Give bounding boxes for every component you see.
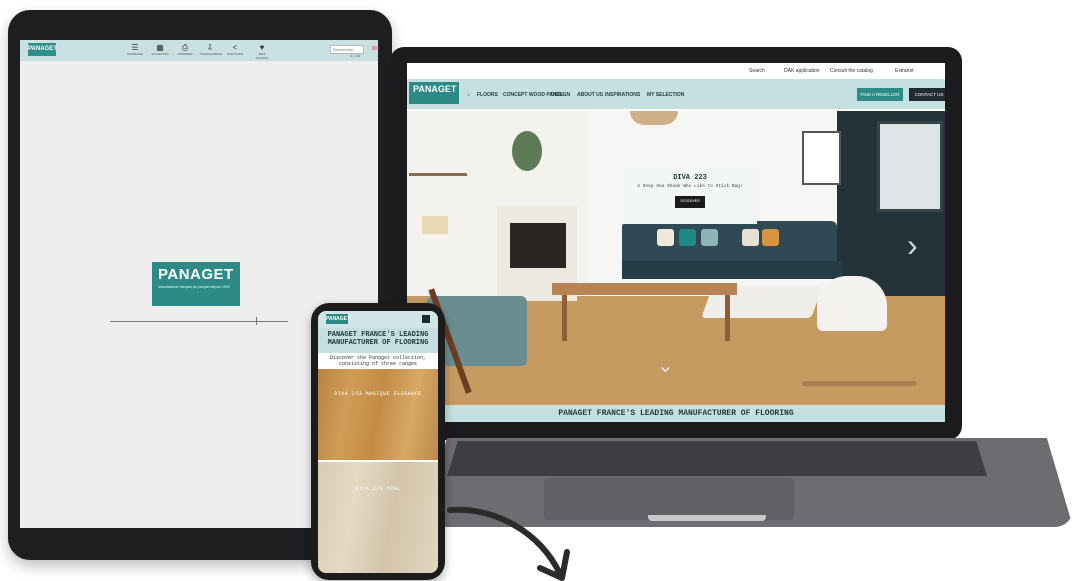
page-indicator: 1 | 44 [350, 53, 360, 58]
loading-bar [110, 321, 288, 322]
tablet-toolbar: PANAGET ☰ SOMMAIRE ▦ VIGNETTES ⎙ IMPRIMER ⇩… [20, 40, 378, 61]
laptop-notch [648, 515, 766, 521]
pillow [742, 229, 759, 246]
promo-subtitle: A Deep Sea Shade Who Like to Stick Bag! [637, 184, 743, 189]
table-leg [725, 295, 730, 341]
search-link[interactable]: Search [749, 68, 765, 74]
chevron-down-icon[interactable]: ⌄ [657, 356, 674, 376]
find-reseller-button[interactable]: FIND A RESELLER [857, 88, 903, 101]
heart-icon[interactable]: ♥ MES FAVORIS [252, 43, 272, 60]
rocking-chair-base [802, 381, 917, 386]
contact-button[interactable]: CONTACT US [909, 88, 945, 101]
laptop-banner-title: PANAGET FRANCE'S LEADING MANUFACTURER OF… [407, 405, 945, 422]
nav-about[interactable]: ABOUT US [577, 92, 603, 98]
pendant-lamp [630, 111, 678, 125]
phone-header: PANAGET [318, 311, 438, 328]
nav-design[interactable]: DESIGN [551, 92, 570, 98]
splash-brand: PANAGET [158, 266, 234, 283]
keyboard [447, 441, 987, 476]
fireplace-opening [510, 223, 566, 268]
site-logo[interactable]: PANAGET [409, 82, 459, 104]
app-link[interactable]: DAK application [784, 68, 820, 74]
catalog-link[interactable]: Consult the catalog [830, 68, 873, 74]
main-nav: PANAGET ⌂ FLOORS CONCEPT WOOD PANEL DESI… [407, 79, 945, 109]
chevron-right-icon[interactable]: › [907, 229, 918, 261]
splash-logo: PANAGET manufacturer français de parquet… [152, 262, 240, 306]
pillow [701, 229, 718, 246]
download-icon[interactable]: ⇩ TELECHARGER [200, 43, 223, 59]
wood-sample-label: DIVA 233 MAGIQUE ELEGANCE [334, 391, 422, 397]
pillow [762, 229, 779, 246]
curved-arrow-icon [447, 506, 570, 581]
pillow [657, 229, 674, 246]
wall-shelf [409, 173, 467, 176]
flag-icon[interactable] [372, 46, 377, 50]
utility-bar: Search DAK application Consult the catal… [407, 63, 945, 79]
nav-selection[interactable]: MY SELECTION [647, 92, 684, 98]
trackpad [544, 478, 794, 520]
share-icon[interactable]: < PARTAGER [225, 43, 245, 59]
print-icon[interactable]: ⎙ IMPRIMER [175, 43, 195, 59]
splash-tagline: manufacturer français de parquet depuis … [158, 285, 230, 289]
discover-button[interactable]: DISCOVER [675, 196, 705, 208]
table-lamp [422, 216, 448, 234]
nav-inspirations[interactable]: INSPIRATIONS [605, 92, 640, 98]
table-leg [562, 295, 567, 341]
plant [512, 131, 542, 171]
phone-heading: PANAGET FRANCE'S LEADING MANUFACTURER OF… [318, 328, 438, 353]
sofa-base [622, 261, 842, 279]
wall-art [802, 131, 841, 185]
promo-title: DIVA 223 [673, 174, 707, 182]
menu-icon[interactable]: ☰ SOMMAIRE [125, 43, 145, 59]
wood-sample-card[interactable]: DIVA 233 OPAL [318, 462, 438, 573]
nav-floors[interactable]: FLOORS [477, 92, 498, 98]
loading-bar-marker [256, 317, 257, 325]
grid-icon[interactable]: ▦ VIGNETTES [150, 43, 170, 59]
coffee-table [552, 283, 737, 295]
rocking-chair [817, 276, 887, 331]
phone-intro: Discover the Panaget collection, consist… [318, 353, 438, 369]
phone-logo[interactable]: PANAGET [326, 314, 350, 324]
phone-screen: PANAGET PANAGET FRANCE'S LEADING MANUFAC… [318, 311, 438, 573]
extranet-link[interactable]: Extranet [895, 68, 914, 74]
window [877, 121, 943, 212]
promo-card: DIVA 223 A Deep Sea Shade Who Like to St… [623, 166, 757, 224]
laptop-screen: Search DAK application Consult the catal… [407, 63, 945, 422]
wood-sample-label: DIVA 233 OPAL [355, 486, 401, 492]
menu-icon[interactable] [422, 315, 430, 323]
pillow [679, 229, 696, 246]
tablet-logo[interactable]: PANAGET [28, 43, 57, 56]
wood-sample-card[interactable]: DIVA 233 MAGIQUE ELEGANCE [318, 369, 438, 460]
hero-image: DIVA 223 A Deep Sea Shade Who Like to St… [407, 111, 945, 405]
home-icon[interactable]: ⌂ [467, 92, 470, 98]
